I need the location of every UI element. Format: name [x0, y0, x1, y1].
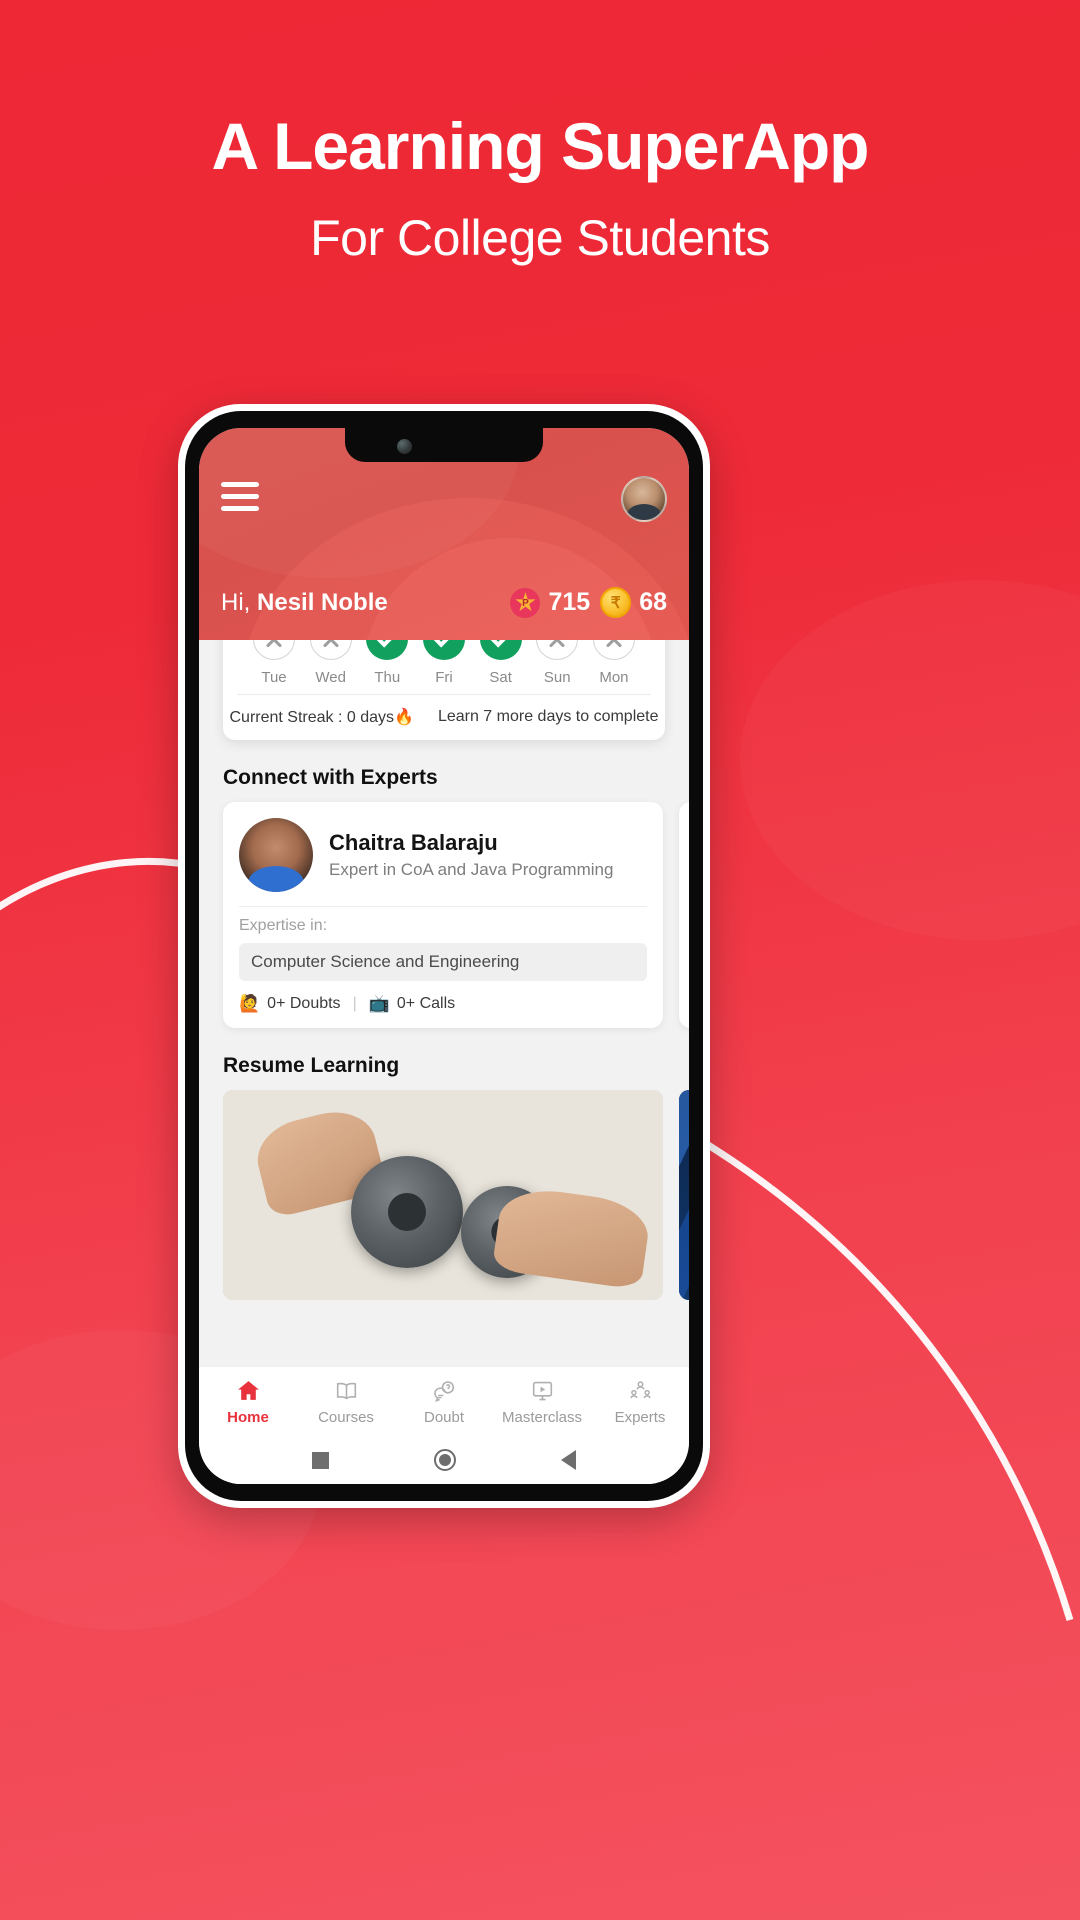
streak-day-label: Fri	[435, 669, 453, 686]
tab-doubt[interactable]: Doubt	[395, 1367, 493, 1436]
streak-day-label: Sat	[489, 669, 512, 686]
promo-subtitle: For College Students	[310, 209, 770, 266]
android-navigation-bar	[199, 1436, 689, 1484]
home-button[interactable]	[433, 1449, 456, 1471]
streak-day-label: Mon	[599, 669, 629, 686]
tab-home[interactable]: Home	[199, 1367, 297, 1436]
streak-card: Complete 7 days streak to get rewards Tu…	[223, 640, 665, 740]
tab-label: Masterclass	[501, 1408, 583, 1426]
tab-label: Doubt	[423, 1408, 465, 1426]
resume-section-title: Resume Learning	[223, 1054, 400, 1077]
doubts-count: 0+ Doubts	[267, 995, 341, 1012]
tab-label: Experts	[614, 1408, 666, 1426]
check-icon	[422, 640, 465, 660]
streak-day-label: Wed	[315, 669, 346, 686]
points-badge[interactable]: P 715	[510, 587, 591, 618]
tab-masterclass[interactable]: Masterclass	[493, 1367, 591, 1436]
calls-count: 0+ Calls	[396, 995, 456, 1012]
greeting-row: Hi, Nesil Noble P 715 ₹ 68	[199, 587, 689, 618]
expert-card-header: Chaitra Balaraju Expert in CoA and Java …	[239, 818, 647, 892]
gears-blueprint-thumbnail[interactable]	[223, 1090, 663, 1300]
tab-experts[interactable]: Experts	[591, 1367, 689, 1436]
video-call-icon: 📺	[368, 994, 390, 1013]
star-points-badge: P	[510, 587, 541, 618]
blue-abstract-thumbnail[interactable]	[679, 1090, 689, 1300]
streak-day[interactable]: Mon	[589, 640, 639, 686]
experts-section-title: Connect with Experts	[223, 766, 438, 789]
front-camera-icon	[397, 439, 412, 454]
greeting-prefix: Hi,	[221, 588, 251, 616]
expert-stats: 🙋 0+ Doubts | 📺 0+ Calls	[239, 994, 647, 1014]
play-monitor-icon	[529, 1378, 556, 1404]
doubts-stat: 🙋 0+ Doubts	[239, 994, 341, 1014]
rupee-coin-badge: ₹	[600, 587, 632, 618]
streak-day-label: Thu	[374, 669, 401, 686]
calls-stat: 📺 0+ Calls	[369, 994, 455, 1014]
hamburger-menu-icon[interactable]	[221, 482, 259, 511]
user-name: Nesil Noble	[257, 588, 388, 616]
check-icon	[479, 640, 522, 660]
home-icon	[235, 1378, 262, 1404]
streak-day-label: Tue	[261, 669, 287, 686]
tab-label: Home	[227, 1408, 269, 1426]
streak-days-row: Tue Wed Thu Fri Sat Sun Mon	[237, 640, 651, 694]
promo-title: A Learning SuperApp	[211, 109, 870, 183]
phone-bezel: Hi, Nesil Noble P 715 ₹ 68 Tue Wed Thu F…	[185, 411, 703, 1501]
coins-value: 68	[639, 588, 667, 616]
expertise-label: Expertise in:	[239, 917, 328, 934]
question-chat-icon	[431, 1378, 458, 1404]
doubt-hand-icon: 🙋	[239, 994, 261, 1013]
coins-badge[interactable]: ₹ 68	[600, 587, 667, 618]
rewards-row: P 715 ₹ 68	[510, 587, 667, 618]
greeting-text: Hi, Nesil Noble	[221, 589, 388, 617]
experts-carousel[interactable]: Chaitra Balaraju Expert in CoA and Java …	[199, 802, 689, 1028]
expert-role: Expert in CoA and Java Programming	[329, 860, 614, 879]
user-avatar[interactable]	[621, 476, 667, 522]
phone-screen: Hi, Nesil Noble P 715 ₹ 68 Tue Wed Thu F…	[199, 428, 689, 1484]
expert-card[interactable]: Expertise in: Computer 🙋 0+ Dou	[679, 802, 689, 1028]
streak-day[interactable]: Sat	[476, 640, 526, 686]
streak-day[interactable]: Sun	[532, 640, 582, 686]
streak-day[interactable]: Fri	[419, 640, 469, 686]
streak-day[interactable]: Wed	[306, 640, 356, 686]
resume-carousel[interactable]	[199, 1090, 689, 1300]
phone-notch	[345, 428, 543, 462]
app-content-scroll[interactable]: Complete 7 days streak to get rewards Tu…	[199, 640, 689, 1366]
phone-mockup: Hi, Nesil Noble P 715 ₹ 68 Tue Wed Thu F…	[178, 404, 710, 1508]
x-icon	[592, 640, 635, 660]
promo-header: A Learning SuperApp For College Students	[0, 110, 1080, 267]
streak-footer: Current Streak : 0 days🔥 Learn 7 more da…	[230, 694, 659, 740]
expert-card[interactable]: Chaitra Balaraju Expert in CoA and Java …	[223, 802, 663, 1028]
x-icon	[253, 640, 295, 660]
streak-remaining-text: Learn 7 more days to complete	[437, 708, 659, 725]
back-button[interactable]	[561, 1450, 577, 1470]
x-icon	[309, 640, 352, 660]
expert-photo	[239, 818, 313, 892]
current-streak-text: Current Streak : 0 days🔥	[229, 709, 414, 726]
streak-day[interactable]: Thu	[362, 640, 412, 686]
tab-courses[interactable]: Courses	[297, 1367, 395, 1436]
tab-label: Courses	[318, 1408, 374, 1426]
streak-day-label: Sun	[543, 669, 571, 686]
points-value: 715	[548, 588, 591, 616]
expertise-tag: Computer Science and Engineering	[239, 943, 647, 981]
people-icon	[627, 1378, 654, 1404]
check-icon	[366, 640, 409, 660]
expert-name: Chaitra Balaraju	[329, 830, 498, 855]
x-icon	[536, 640, 579, 660]
streak-day[interactable]: Tue	[249, 640, 299, 686]
recent-apps-button[interactable]	[311, 1451, 329, 1469]
bottom-tab-bar: Home Courses Doubt Masterclass Experts	[199, 1366, 689, 1436]
divider	[239, 906, 647, 907]
book-icon	[333, 1378, 360, 1404]
stat-separator: |	[352, 995, 357, 1012]
